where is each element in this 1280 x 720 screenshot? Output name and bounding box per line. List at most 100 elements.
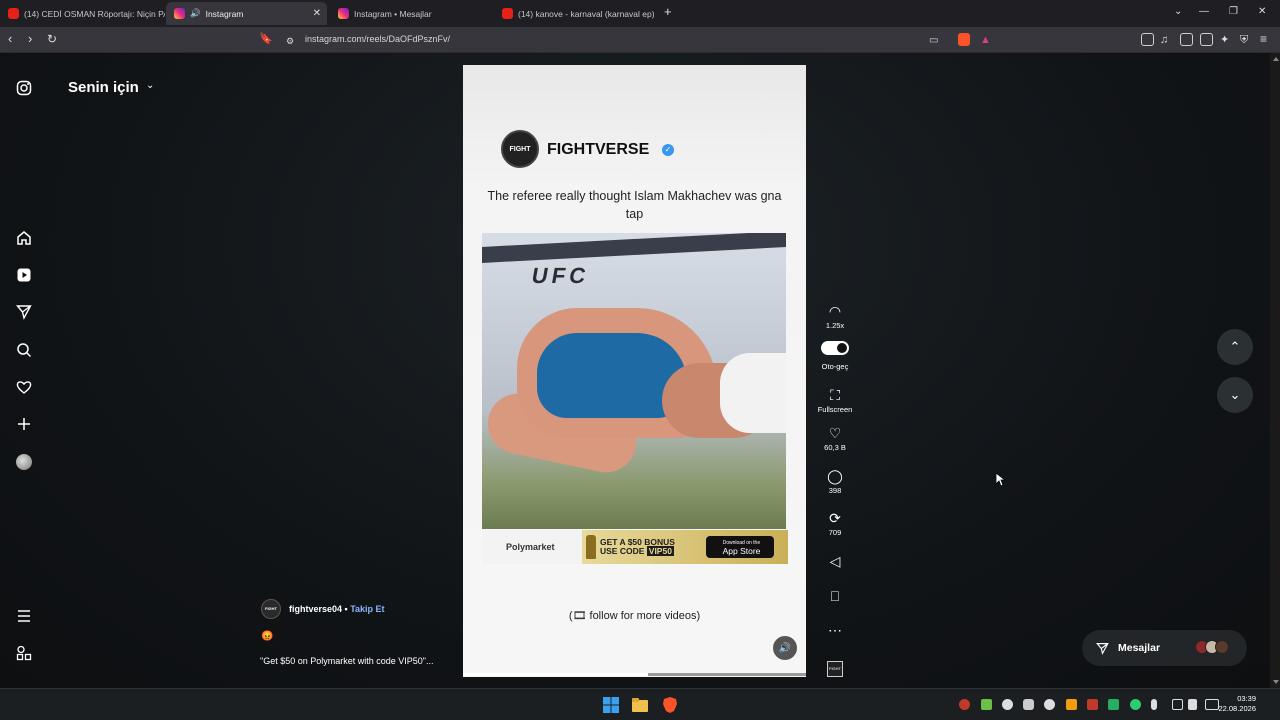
playback-speed-button[interactable]: ◠ 1.25x — [815, 303, 855, 330]
comment-button[interactable]: ◯ 398 — [815, 468, 855, 495]
new-tab-button[interactable]: + — [664, 4, 672, 19]
brave-shields-icon[interactable] — [958, 33, 970, 46]
leo-ai-icon[interactable]: ✦ — [1220, 33, 1229, 47]
back-icon[interactable]: ‹ — [8, 32, 12, 46]
reel-video[interactable]: FIGHT FIGHTVERSE ✓ The referee really th… — [463, 65, 806, 677]
notifications-heart-icon[interactable] — [16, 379, 32, 395]
brave-browser-icon[interactable] — [661, 696, 679, 714]
autoplay-toggle[interactable]: Oto-geç — [815, 341, 855, 371]
tab-label: (14) kanove - karnaval (karnaval ep) — [518, 8, 654, 19]
tab-youtube-2[interactable]: (14) kanove - karnaval (karnaval ep) — [494, 2, 654, 25]
feed-selector-title[interactable]: Senin için — [68, 79, 139, 96]
save-button[interactable]: ⎕ — [815, 588, 855, 604]
microphone-icon[interactable] — [1151, 699, 1157, 710]
mouse-cursor-icon — [996, 473, 1005, 487]
messages-icon[interactable] — [16, 304, 32, 320]
fullscreen-button[interactable]: ⛶ Fullscreen — [815, 387, 855, 414]
like-button[interactable]: ♡ 60,3 B — [815, 425, 855, 452]
home-icon[interactable] — [16, 230, 32, 246]
next-reel-button[interactable]: ⌄ — [1217, 377, 1253, 413]
clock-time: 03:39 — [1237, 694, 1256, 703]
discord-icon[interactable] — [1023, 699, 1034, 710]
ufc-mat-logo: UFC — [529, 263, 592, 288]
brave-rewards-icon[interactable]: ▲ — [980, 33, 991, 47]
tray-settings-icon[interactable] — [1002, 699, 1013, 710]
audio-thumbnail[interactable]: FIGHT — [815, 657, 855, 677]
taskbar-clock[interactable]: 03:39 22.08.2026 — [1218, 694, 1256, 714]
site-info-icon[interactable]: ⚙ — [286, 34, 294, 48]
network-icon[interactable] — [1172, 699, 1183, 710]
more-options-button[interactable]: ⋯ — [815, 622, 855, 638]
tray-warning-icon[interactable] — [1066, 699, 1077, 710]
sidebar-icon[interactable] — [1180, 33, 1193, 46]
create-plus-icon[interactable] — [16, 416, 32, 432]
search-icon[interactable] — [16, 342, 32, 358]
app-store-badge: Download on the App Store — [706, 536, 774, 558]
tray-network-app-icon[interactable] — [1108, 699, 1119, 710]
page-scrollbar[interactable] — [1270, 53, 1280, 688]
author-avatar[interactable]: FIGHT — [261, 599, 281, 619]
reels-icon[interactable] — [16, 267, 32, 283]
bookmark-icon[interactable]: 🔖 — [259, 32, 273, 46]
more-menu-icon[interactable] — [16, 608, 32, 624]
maximize-icon[interactable]: ❐ — [1229, 6, 1238, 17]
volume-icon[interactable] — [1188, 699, 1197, 710]
speaker-icon: 🔊 — [190, 8, 201, 18]
share-button[interactable]: ◁ — [815, 553, 855, 569]
instagram-logo-icon[interactable] — [16, 80, 32, 96]
profile-avatar[interactable] — [16, 454, 32, 470]
author-username[interactable]: fightverse04 — [289, 604, 342, 614]
media-icon[interactable]: ♫ — [1160, 33, 1168, 47]
tab-label: Instagram — [205, 8, 244, 19]
follow-overlay-text: (🎞 follow for more videos) — [568, 610, 701, 622]
windows-taskbar: 03:39 22.08.2026 — [0, 688, 1280, 720]
reload-icon[interactable]: ↻ — [47, 32, 57, 46]
tray-antivirus-icon[interactable] — [1087, 699, 1098, 710]
video-progress-fill — [463, 673, 649, 676]
file-explorer-icon[interactable] — [631, 696, 649, 714]
menu-icon[interactable]: ≡ — [1260, 32, 1267, 46]
tray-security-icon[interactable] — [1130, 699, 1141, 710]
tab-label: (14) CEDİ OSMAN Röportajı: Niçin PA — [24, 8, 165, 19]
caption-emoji: 😡 — [261, 631, 274, 642]
send-icon — [1096, 642, 1109, 655]
threads-apps-icon[interactable] — [16, 645, 32, 661]
tab-instagram-messages[interactable]: Instagram • Mesajlar — [330, 2, 490, 25]
forward-icon[interactable]: › — [28, 32, 32, 46]
message-avatars — [1195, 640, 1229, 654]
vpn-icon[interactable]: ⛨ — [1240, 33, 1248, 47]
close-window-icon[interactable]: ✕ — [1258, 6, 1266, 17]
instagram-icon — [174, 8, 185, 19]
youtube-icon — [502, 8, 513, 19]
messages-floating-button[interactable]: Mesajlar — [1082, 630, 1247, 666]
follow-button[interactable]: Takip Et — [350, 604, 384, 614]
battery-icon[interactable] — [1205, 699, 1219, 710]
fightverse-logo: FIGHT — [501, 130, 539, 168]
repost-button[interactable]: ⟳ 709 — [815, 510, 855, 537]
nvidia-icon[interactable] — [981, 699, 992, 710]
fullscreen-icon: ⛶ — [830, 387, 840, 403]
youtube-icon — [8, 8, 19, 19]
verified-badge-icon: ✓ — [662, 144, 674, 156]
video-progress-bar[interactable] — [463, 673, 806, 676]
reel-description[interactable]: "Get $50 on Polymarket with code VIP50".… — [260, 656, 433, 666]
previous-reel-button[interactable]: ⌃ — [1217, 329, 1253, 365]
minimize-icon[interactable]: — — [1199, 6, 1209, 17]
cast-icon[interactable]: ▭ — [929, 34, 938, 48]
windows-start-icon[interactable] — [602, 696, 620, 714]
tray-app-icon[interactable] — [959, 699, 970, 710]
mute-toggle-icon[interactable]: 🔊 — [773, 636, 797, 660]
close-tab-icon[interactable]: ✕ — [313, 8, 321, 19]
chevron-down-icon: ⌄ — [1229, 387, 1241, 402]
extensions-icon[interactable] — [1141, 33, 1154, 46]
clock-date: 22.08.2026 — [1218, 704, 1256, 713]
tab-youtube-1[interactable]: (14) CEDİ OSMAN Röportajı: Niçin PA — [0, 2, 165, 25]
url-field[interactable]: instagram.com/reels/DaOFdPsznFv/ — [305, 34, 450, 44]
tray-sync-icon[interactable] — [1044, 699, 1055, 710]
tab-instagram[interactable]: 🔊 Instagram ✕ — [166, 2, 327, 25]
tab-search-chevron-icon[interactable]: ⌄ — [1174, 6, 1182, 17]
messages-label: Mesajlar — [1118, 642, 1161, 654]
wallet-icon[interactable] — [1200, 33, 1213, 46]
more-dots-icon: ⋯ — [828, 622, 842, 638]
chevron-down-icon[interactable]: ⌄ — [146, 80, 154, 91]
